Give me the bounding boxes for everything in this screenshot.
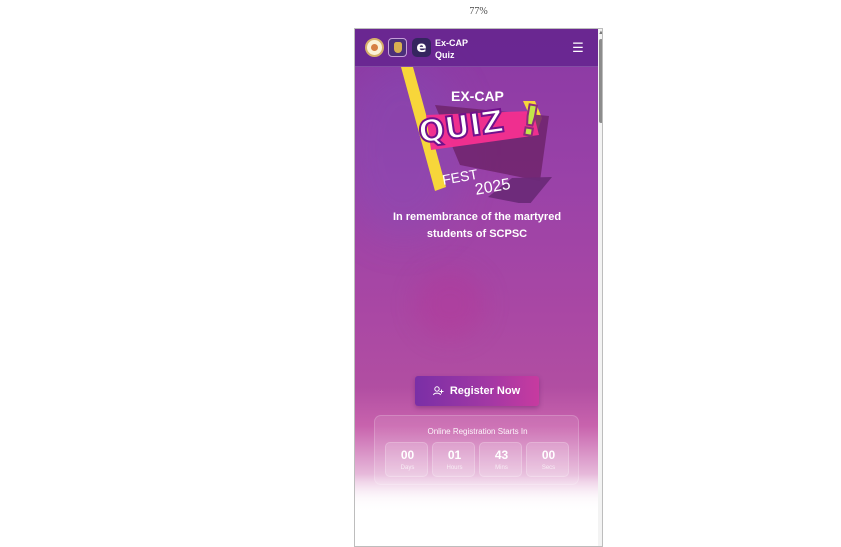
countdown-seconds-value: 00 bbox=[541, 448, 556, 462]
page-content: e Ex-CAP Quiz ☰ EX-CAP QUIZ ! FEST 2025 … bbox=[355, 29, 598, 513]
countdown-days-value: 00 bbox=[400, 448, 415, 462]
section-fade bbox=[355, 474, 598, 513]
countdown-minutes: 43 Mins bbox=[479, 442, 522, 477]
countdown-hours-label: Hours bbox=[446, 465, 463, 471]
countdown-hours-value: 01 bbox=[447, 448, 462, 462]
brand-title-line-2: Quiz bbox=[435, 50, 455, 60]
logo-excap-text: EX-CAP bbox=[451, 88, 504, 104]
user-plus-icon bbox=[433, 386, 444, 396]
hero-background-glow-secondary bbox=[415, 269, 485, 339]
vertical-scrollbar[interactable]: ▲ bbox=[598, 29, 602, 546]
register-now-button[interactable]: Register Now bbox=[415, 376, 539, 406]
countdown-minutes-label: Mins bbox=[495, 465, 508, 471]
countdown-minutes-value: 43 bbox=[494, 448, 509, 462]
countdown-hours: 01 Hours bbox=[432, 442, 475, 477]
countdown-label: Online Registration Starts In bbox=[427, 427, 528, 436]
countdown-seconds: 00 Secs bbox=[526, 442, 569, 477]
menu-icon[interactable]: ☰ bbox=[571, 41, 585, 55]
ex-cap-quiz-fest-logo: EX-CAP QUIZ ! FEST 2025 bbox=[401, 67, 552, 203]
scroll-thumb[interactable] bbox=[599, 39, 602, 123]
crest-logo-icon[interactable] bbox=[388, 38, 407, 57]
college-logo-icon[interactable] bbox=[365, 38, 384, 57]
countdown-days-label: Days bbox=[400, 465, 415, 471]
zoom-indicator: 77% bbox=[469, 6, 488, 17]
countdown-seconds-label: Secs bbox=[541, 465, 556, 471]
brand-title-line-1: Ex-CAP bbox=[435, 38, 469, 48]
brand-title[interactable]: Ex-CAP Quiz bbox=[435, 37, 468, 61]
register-button-label: Register Now bbox=[449, 385, 521, 397]
scroll-up-icon[interactable]: ▲ bbox=[598, 29, 602, 37]
remembrance-message: In remembrance of the martyred students … bbox=[392, 211, 562, 240]
countdown-days: 00 Days bbox=[385, 442, 428, 477]
mobile-preview-frame: e Ex-CAP Quiz ☰ EX-CAP QUIZ ! FEST 2025 … bbox=[354, 28, 603, 547]
top-navigation-bar: e Ex-CAP Quiz ☰ bbox=[355, 29, 598, 67]
excap-e-logo-icon[interactable]: e bbox=[412, 38, 431, 57]
